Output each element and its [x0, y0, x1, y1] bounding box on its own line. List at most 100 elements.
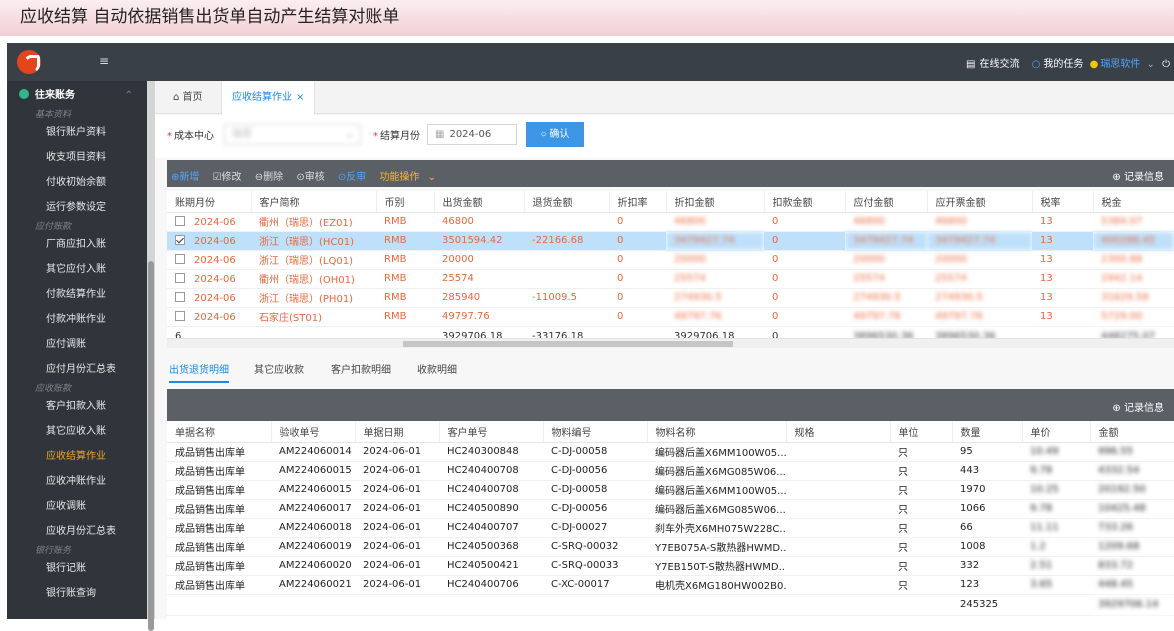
grid1-hscroll[interactable]: [167, 338, 1174, 348]
column-header[interactable]: 出货金额: [434, 191, 525, 213]
scrollbar-thumb[interactable]: [403, 341, 733, 347]
column-header[interactable]: 税率: [1032, 191, 1094, 213]
column-header[interactable]: 折扣金额: [666, 191, 765, 213]
task-icon[interactable]: ○: [1032, 59, 1041, 70]
table-row[interactable]: 成品销售出库单 AM224060014 2024-06-01 HC240300848 C…: [167, 442, 1174, 462]
sidebar-item-receivable-settlement[interactable]: 应收结算作业: [7, 445, 147, 470]
column-header[interactable]: 物料名称: [647, 421, 787, 443]
cost-center-select[interactable]: 瑞思 ⌄: [224, 124, 361, 145]
records-button[interactable]: ⊕ 记录信息: [1112, 399, 1164, 414]
sidebar-item-other-payable[interactable]: 其它应付入账: [7, 258, 147, 283]
column-header[interactable]: 单价: [1022, 421, 1091, 443]
new-button[interactable]: ⊕新增: [171, 172, 204, 183]
chevron-down-icon[interactable]: ⌄: [1147, 59, 1155, 70]
column-header[interactable]: 应开票金额: [927, 191, 1033, 213]
table-cell: 成品销售出库单: [167, 575, 271, 595]
column-header[interactable]: 金额: [1090, 421, 1174, 443]
records-button[interactable]: ⊕ 记录信息: [1112, 168, 1164, 183]
sidebar-item-payable-adjust[interactable]: 应付调账: [7, 333, 147, 358]
table-row[interactable]: 2024-06 衢州（瑞思）(OH01) RMB 25574 0 25574 0 25574 2…: [167, 269, 1174, 289]
sidebar-item-opening-balance[interactable]: 付收初始余额: [7, 171, 147, 196]
tab-home[interactable]: ⌂ 首页: [163, 81, 213, 114]
tab-receipt-detail[interactable]: 收款明细: [417, 361, 457, 381]
menu-toggle-icon[interactable]: ≡: [99, 54, 109, 68]
sidebar-item-receivable-monthly[interactable]: 应收月份汇总表: [7, 520, 147, 545]
row-checkbox[interactable]: [175, 253, 185, 264]
confirm-button[interactable]: ○ 确认: [526, 122, 584, 147]
table-cell: 只: [890, 556, 952, 576]
edit-button[interactable]: ☑修改: [213, 172, 247, 183]
chat-icon[interactable]: ▤: [966, 59, 975, 70]
sidebar-item-income-expense-items[interactable]: 收支项目资料: [7, 146, 147, 171]
sidebar-item-payable-monthly[interactable]: 应付月份汇总表: [7, 358, 147, 383]
row-checkbox[interactable]: [175, 215, 185, 226]
row-checkbox[interactable]: [175, 310, 185, 321]
table-cell: 3501594.42: [434, 231, 524, 251]
sidebar-item-payment-settlement[interactable]: 付款结算作业: [7, 283, 147, 308]
table-row[interactable]: 成品销售出库单 AM224060017 2024-06-01 HC240500890 C…: [167, 499, 1174, 519]
table-row[interactable]: 成品销售出库单 AM224060018 2024-06-01 HC240400707 C…: [167, 518, 1174, 538]
column-header[interactable]: 应付金额: [845, 191, 928, 213]
table-row[interactable]: 成品销售出库单 AM224060019 2024-06-01 HC240500368 C…: [167, 537, 1174, 557]
row-checkbox[interactable]: [175, 272, 185, 283]
column-header[interactable]: 单位: [890, 421, 953, 443]
table-cell: HC240500368: [439, 537, 543, 557]
close-icon[interactable]: ×: [296, 92, 304, 103]
sidebar-item-vendor-deduction[interactable]: 厂商应扣入账: [7, 233, 147, 258]
column-header[interactable]: 单据日期: [355, 421, 440, 443]
user-menu[interactable]: 瑞思软件: [1100, 59, 1140, 70]
column-header[interactable]: 数量: [952, 421, 1023, 443]
scrollbar-thumb[interactable]: [148, 261, 154, 631]
column-header[interactable]: 退货金额: [524, 191, 610, 213]
tab-receivable-settlement[interactable]: 应收结算作业 ×: [221, 81, 316, 115]
sidebar-scrollbar[interactable]: [147, 81, 155, 631]
functions-dropdown[interactable]: 功能操作 ⌄: [379, 172, 436, 183]
tab-shipment-detail[interactable]: 出货退货明细: [169, 361, 229, 383]
delete-button[interactable]: ⊖删除: [255, 172, 288, 183]
sidebar-item-bank-journal[interactable]: 银行记账: [7, 557, 147, 582]
power-icon[interactable]: ⏻: [1162, 59, 1170, 70]
table-row[interactable]: 2024-06 浙江（瑞思）(PH01) RMB 285940 -11009.5 0 274…: [167, 288, 1174, 308]
table-row[interactable]: 2024-06 衢州（瑞思）(EZ01) RMB 46800 0 46800 0 46800 4…: [167, 212, 1174, 232]
my-tasks-link[interactable]: 我的任务: [1043, 59, 1083, 70]
sidebar-item-bank-query[interactable]: 银行账查询: [7, 582, 147, 607]
row-checkbox[interactable]: [175, 291, 185, 302]
sidebar-item-receivable-adjust[interactable]: 应收调账: [7, 495, 147, 520]
tab-customer-deduction[interactable]: 客户扣款明细: [331, 361, 391, 381]
sidebar-item-bank-accounts[interactable]: 银行账户资料: [7, 121, 147, 146]
column-header[interactable]: 扣款金额: [764, 191, 846, 213]
table-row[interactable]: 成品销售出库单 AM224060020 2024-06-01 HC240500421 C…: [167, 556, 1174, 576]
column-header[interactable]: 账期月份: [167, 191, 252, 213]
column-header[interactable]: 客户简称: [251, 191, 377, 213]
column-header[interactable]: 币别: [376, 191, 435, 213]
app-logo-icon[interactable]: [17, 50, 41, 74]
column-header[interactable]: 客户单号: [439, 421, 544, 443]
table-row[interactable]: 2024-06 浙江（瑞思）(HC01) RMB 3501594.42 -22166.6…: [167, 231, 1174, 251]
table-row[interactable]: 成品销售出库单 AM224060015 2024-06-01 HC240400708 C…: [167, 480, 1174, 500]
row-checkbox[interactable]: [175, 234, 185, 245]
sidebar-item-receivable-writeoff[interactable]: 应收冲账作业: [7, 470, 147, 495]
column-header[interactable]: 验收单号: [271, 421, 356, 443]
sidebar-item-run-params[interactable]: 运行参数设定: [7, 196, 147, 221]
online-chat-link[interactable]: 在线交流: [979, 59, 1019, 70]
sidebar-group[interactable]: 往来账务 ⌃: [7, 81, 147, 109]
detail-tabs: 出货退货明细 其它应收款 客户扣款明细 收款明细: [167, 356, 1174, 383]
table-row[interactable]: 成品销售出库单 AM224060021 2024-06-01 HC240400706 C…: [167, 575, 1174, 595]
table-row[interactable]: 成品销售出库单 AM224060015 2024-06-01 HC240400708 C…: [167, 461, 1174, 481]
sidebar-item-other-receivable[interactable]: 其它应收入账: [7, 420, 147, 445]
chevron-up-icon[interactable]: ⌃: [125, 81, 133, 111]
column-header[interactable]: 税金: [1093, 191, 1174, 213]
unaudit-button[interactable]: ⊙反审: [338, 172, 371, 183]
audit-button[interactable]: ⊙审核: [296, 172, 329, 183]
column-header[interactable]: 折扣率: [609, 191, 667, 213]
table-row[interactable]: 2024-06 石家庄(ST01) RMB 49797.76 0 49797.76 0 497…: [167, 307, 1174, 327]
table-cell: 49797.76: [434, 307, 524, 327]
column-header[interactable]: 规格: [786, 421, 891, 443]
month-picker[interactable]: ▦ 2024-06: [427, 124, 517, 145]
column-header[interactable]: 物料编号: [543, 421, 648, 443]
tab-other-receivable[interactable]: 其它应收款: [254, 361, 304, 381]
table-row[interactable]: 2024-06 浙江（瑞思）(LQ01) RMB 20000 0 20000 0 20000 2…: [167, 250, 1174, 270]
sidebar-item-customer-deduction[interactable]: 客户扣款入账: [7, 395, 147, 420]
column-header[interactable]: 单据名称: [167, 421, 272, 443]
sidebar-item-payment-writeoff[interactable]: 付款冲账作业: [7, 308, 147, 333]
